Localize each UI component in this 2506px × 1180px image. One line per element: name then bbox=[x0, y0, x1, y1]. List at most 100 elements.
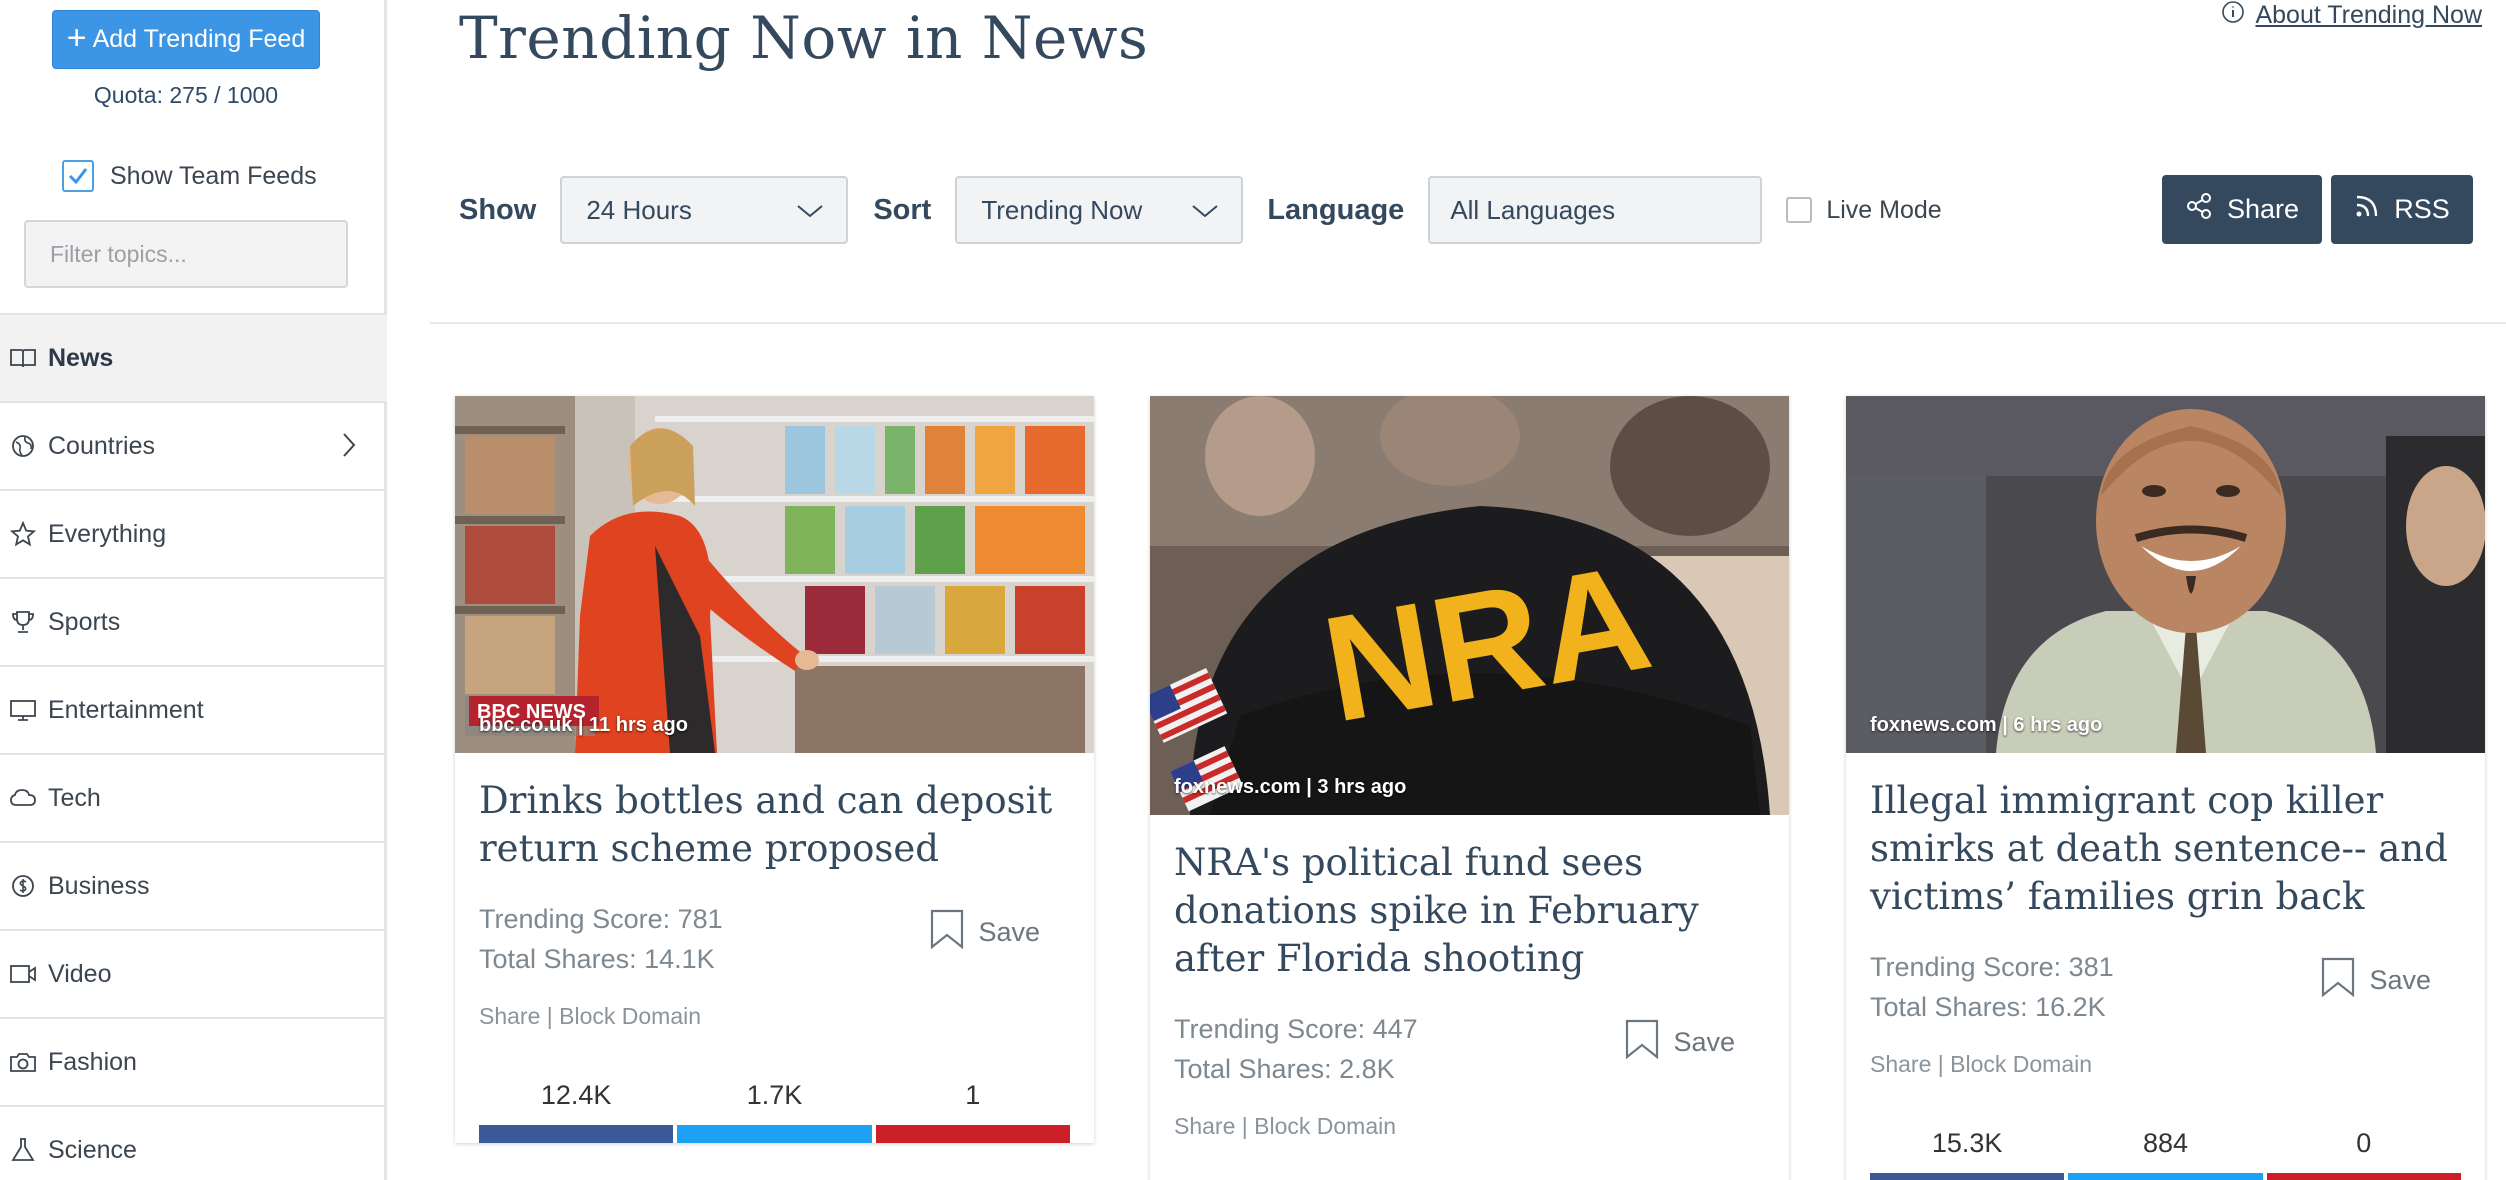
block-domain-link[interactable]: Block Domain bbox=[1950, 1051, 2092, 1077]
pinterest-count: 1 bbox=[965, 1080, 981, 1110]
facebook-shares: 15.3K bbox=[1870, 1128, 2065, 1180]
article-card[interactable]: foxnews.com | 6 hrs ago Illegal immigran… bbox=[1846, 396, 2485, 1180]
separator: | bbox=[1937, 1051, 1944, 1077]
sidebar-item-sports[interactable]: Sports bbox=[0, 577, 387, 665]
stats-row: Trending Score: 781 Total Shares: 14.1K … bbox=[479, 899, 1070, 979]
add-trending-feed-label: Add Trending Feed bbox=[92, 25, 306, 53]
facebook-bar bbox=[1870, 1173, 2065, 1180]
total-shares: Total Shares: 2.8K bbox=[1174, 1054, 1395, 1084]
sidebar-item-news[interactable]: News bbox=[0, 313, 387, 401]
about-trending-now-link[interactable]: About Trending Now bbox=[2255, 1, 2482, 30]
video-icon bbox=[8, 959, 38, 989]
card-body: Illegal immigrant cop killer smirks at d… bbox=[1846, 753, 2485, 1180]
sort-select[interactable]: Trending Now bbox=[955, 176, 1244, 244]
rss-icon bbox=[2354, 193, 2380, 226]
pinterest-count: 0 bbox=[2356, 1128, 2372, 1158]
live-mode-checkbox[interactable] bbox=[1786, 197, 1813, 223]
plus-icon: + bbox=[66, 19, 87, 57]
twitter-bar bbox=[2068, 1173, 2263, 1180]
pinterest-bar bbox=[875, 1125, 1070, 1143]
filter-topics-input[interactable] bbox=[24, 220, 348, 288]
save-button[interactable]: Save bbox=[2321, 957, 2431, 1004]
sidebar-item-label: Sports bbox=[48, 607, 121, 636]
twitter-count: 884 bbox=[2142, 1128, 2189, 1158]
article-stats: Trending Score: 447 Total Shares: 2.8K bbox=[1174, 1009, 1418, 1089]
show-period-select[interactable]: 24 Hours bbox=[560, 176, 849, 244]
bookmark-icon bbox=[930, 909, 964, 956]
bookmark-icon bbox=[2321, 957, 2355, 1004]
sidebar-item-everything[interactable]: Everything bbox=[0, 489, 387, 577]
facebook-shares: 12.4K bbox=[479, 1080, 674, 1143]
twitter-shares: 1.7K bbox=[677, 1080, 872, 1143]
block-domain-link[interactable]: Block Domain bbox=[559, 1003, 701, 1029]
chevron-down-icon bbox=[796, 195, 824, 226]
globe-icon bbox=[8, 431, 38, 461]
about-trending-now[interactable]: About Trending Now bbox=[2221, 0, 2482, 31]
share-breakdown: 15.3K 884 0 bbox=[1870, 1128, 2461, 1180]
check-icon bbox=[68, 168, 88, 185]
article-source: foxnews.com | 6 hrs ago bbox=[1870, 714, 2103, 736]
save-label: Save bbox=[1673, 1027, 1735, 1057]
sidebar-item-video[interactable]: Video bbox=[0, 929, 387, 1017]
save-label: Save bbox=[2369, 965, 2431, 995]
sidebar: + Add Trending Feed Quota: 275 / 1000 Sh… bbox=[0, 0, 387, 1180]
article-source: bbc.co.uk | 11 hrs ago bbox=[479, 714, 688, 736]
sidebar-item-label: Tech bbox=[48, 783, 101, 812]
pinterest-shares: 0 bbox=[2266, 1128, 2461, 1180]
share-breakdown: 12.4K 1.7K 1 bbox=[479, 1080, 1070, 1143]
article-card[interactable]: NRA foxnews.com | 3 hrs ago NRA's politi… bbox=[1150, 396, 1789, 1180]
total-shares: Total Shares: 16.2K bbox=[1870, 992, 2106, 1022]
chevron-down-icon bbox=[1191, 195, 1219, 226]
share-button[interactable]: Share bbox=[2162, 175, 2322, 244]
book-icon bbox=[8, 343, 38, 373]
card-body: NRA's political fund sees donations spik… bbox=[1150, 815, 1789, 1140]
live-mode-label: Live Mode bbox=[1826, 195, 1942, 224]
quota-text: Quota: 275 / 1000 bbox=[93, 82, 279, 108]
save-button[interactable]: Save bbox=[930, 909, 1040, 956]
sidebar-item-science[interactable]: Science bbox=[0, 1105, 387, 1180]
share-link[interactable]: Share bbox=[1870, 1051, 1931, 1077]
sidebar-item-business[interactable]: Business bbox=[0, 841, 387, 929]
article-title[interactable]: Drinks bottles and can deposit return sc… bbox=[479, 777, 1070, 873]
rss-button-label: RSS bbox=[2394, 194, 2450, 224]
sidebar-item-label: Countries bbox=[48, 431, 155, 460]
block-domain-link[interactable]: Block Domain bbox=[1254, 1113, 1396, 1139]
rss-button[interactable]: RSS bbox=[2331, 175, 2473, 244]
article-actions: Share | Block Domain bbox=[1870, 1051, 2461, 1078]
facebook-bar bbox=[479, 1125, 674, 1143]
separator: | bbox=[546, 1003, 553, 1029]
add-trending-feed-button[interactable]: + Add Trending Feed bbox=[52, 10, 320, 69]
sidebar-item-entertainment[interactable]: Entertainment bbox=[0, 665, 387, 753]
share-link[interactable]: Share bbox=[1174, 1113, 1235, 1139]
facebook-count: 12.4K bbox=[540, 1080, 612, 1110]
total-shares: Total Shares: 14.1K bbox=[479, 944, 715, 974]
sidebar-item-countries[interactable]: Countries bbox=[0, 401, 387, 489]
article-image[interactable]: foxnews.com | 6 hrs ago bbox=[1846, 396, 2485, 753]
save-label: Save bbox=[978, 917, 1040, 947]
article-image[interactable]: BBC NEWS bbc.co.uk | 11 hrs ago bbox=[455, 396, 1094, 753]
save-button[interactable]: Save bbox=[1625, 1019, 1735, 1066]
language-input[interactable]: All Languages bbox=[1428, 176, 1763, 244]
article-title[interactable]: Illegal immigrant cop killer smirks at d… bbox=[1870, 777, 2461, 921]
show-label: Show bbox=[459, 193, 537, 226]
share-link[interactable]: Share bbox=[479, 1003, 540, 1029]
sidebar-item-label: Everything bbox=[48, 519, 167, 548]
show-team-feeds-checkbox[interactable] bbox=[62, 160, 94, 192]
trending-score: Trending Score: 781 bbox=[479, 904, 723, 934]
sidebar-item-tech[interactable]: Tech bbox=[0, 753, 387, 841]
show-team-feeds-toggle[interactable]: Show Team Feeds bbox=[62, 160, 317, 192]
sidebar-item-label: Video bbox=[48, 959, 112, 988]
share-button-label: Share bbox=[2226, 194, 2300, 224]
sidebar-item-fashion[interactable]: Fashion bbox=[0, 1017, 387, 1105]
article-card[interactable]: BBC NEWS bbc.co.uk | 11 hrs ago Drinks b… bbox=[455, 396, 1094, 1143]
separator: | bbox=[1241, 1113, 1248, 1139]
facebook-count: 15.3K bbox=[1931, 1128, 2003, 1158]
share-icon bbox=[2185, 192, 2213, 227]
nra-cap-photo: NRA bbox=[1150, 396, 1789, 815]
language-value: All Languages bbox=[1450, 194, 1616, 225]
article-image[interactable]: NRA foxnews.com | 3 hrs ago bbox=[1150, 396, 1789, 815]
article-title[interactable]: NRA's political fund sees donations spik… bbox=[1174, 839, 1765, 983]
supermarket-photo: BBC NEWS bbox=[455, 396, 1094, 753]
header-divider bbox=[430, 322, 2506, 324]
live-mode-toggle[interactable]: Live Mode bbox=[1786, 195, 1942, 225]
